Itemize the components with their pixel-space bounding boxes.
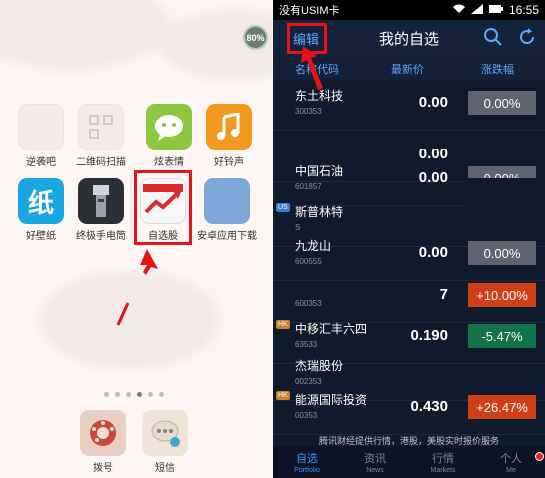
notification-dot	[535, 452, 544, 461]
wallpaper-icon: 纸	[18, 178, 64, 224]
tab-label: 行情	[432, 453, 454, 465]
battery-badge[interactable]: 80%	[243, 25, 268, 50]
tab-label: 自选	[296, 453, 318, 465]
stock-price: 0.00	[418, 169, 448, 186]
highlight-box	[134, 170, 192, 245]
change-badge: +26.47%	[468, 395, 536, 419]
wifi-icon	[452, 4, 465, 17]
app-sms[interactable]: 短信	[132, 410, 198, 474]
clock-text: 16:55	[508, 3, 539, 17]
market-tag: HK	[276, 320, 290, 329]
stock-name: 中移汇丰六四	[295, 322, 368, 336]
chat-bubble-icon	[146, 104, 192, 150]
stock-price: 0.430	[410, 398, 448, 415]
android-store-icon	[204, 178, 250, 224]
app-label: 安卓应用下载	[197, 231, 257, 242]
page-dot	[148, 392, 153, 397]
stock-row[interactable]: HK 能源国际投资 00353 0.430 +26.47%	[273, 384, 545, 435]
bottom-tab-bar: 自选 Portfolio 资讯 News 行情 Markets 个人 Me	[273, 446, 545, 478]
stock-code: 300353	[295, 107, 322, 116]
change-badge: 0.00%	[468, 241, 536, 265]
app-dialer[interactable]: 拨号	[70, 410, 136, 474]
col-price[interactable]: 最新价	[391, 61, 424, 77]
app-ringtone[interactable]: 好铃声	[196, 104, 262, 168]
app-label: 好壁纸	[26, 231, 56, 242]
stock-name: 斯普林特	[295, 205, 344, 219]
change-badge: +10.00%	[468, 283, 536, 307]
music-note-icon	[206, 104, 252, 150]
stock-code: 601857	[295, 182, 322, 191]
stock-name: 杰瑞股份	[295, 359, 344, 373]
change-badge: 0.00%	[468, 91, 536, 115]
stock-name: 能源国际投资	[295, 393, 368, 407]
app-label: 拨号	[93, 463, 113, 474]
tab-label: 资讯	[364, 453, 386, 465]
stock-price: 0.190	[410, 327, 448, 344]
market-tag: US	[276, 203, 290, 212]
qr-scan-icon	[78, 104, 124, 150]
flashlight-icon	[78, 178, 124, 224]
tab-sublabel: Portfolio	[294, 467, 320, 474]
carrier-text: 没有USIM卡	[279, 5, 340, 17]
rotary-dial-icon	[80, 410, 126, 456]
mask	[373, 208, 463, 232]
mask	[273, 131, 545, 149]
android-home-screen: 80% 逆袭吧 二维码扫描 炫表情 好铃声 纸 好壁纸 终极手电筒 自选股 安卓…	[0, 0, 272, 478]
stock-code: 600353	[295, 299, 322, 308]
app-label: 二维码扫描	[76, 157, 126, 168]
tab-sublabel: News	[366, 467, 384, 474]
app-label: 终极手电筒	[76, 231, 126, 242]
page-indicator[interactable]	[104, 392, 164, 397]
market-tag: HK	[276, 391, 290, 400]
app-label: 炫表情	[154, 157, 184, 168]
wallpaper-blur	[0, 0, 170, 70]
sms-bubble-icon	[142, 410, 188, 456]
red-arrow-icon	[301, 46, 323, 90]
tab-me[interactable]: 个人 Me	[477, 446, 545, 478]
stock-watchlist-screen: 没有USIM卡 16:55 编辑 我的自选 名称代码 最新价 涨跌幅 东土科技 3…	[273, 0, 545, 478]
tab-sublabel: Me	[506, 467, 516, 474]
stock-price: 0.00	[418, 244, 448, 261]
app-emoji[interactable]: 炫表情	[136, 104, 202, 168]
refresh-icon[interactable]	[517, 27, 537, 47]
page-dot	[126, 392, 131, 397]
tab-markets[interactable]: 行情 Markets	[409, 446, 477, 478]
app-label: 好铃声	[214, 157, 244, 168]
blurred-app-icon	[18, 104, 64, 150]
stock-name: 中国石油	[295, 164, 344, 178]
stock-code: 00353	[295, 411, 318, 420]
app-android-store[interactable]: 安卓应用下载	[194, 178, 260, 242]
page-dot-active	[137, 392, 142, 397]
signal-icon	[470, 3, 483, 17]
stock-price: 7	[439, 286, 448, 303]
search-icon[interactable]	[483, 27, 503, 47]
stock-price: 0.00	[418, 94, 448, 111]
col-change[interactable]: 涨跌幅	[481, 61, 514, 77]
stock-code: 63533	[295, 340, 318, 349]
red-arrow-icon	[116, 249, 158, 326]
change-badge: -5.47%	[468, 324, 536, 348]
page-dot	[159, 392, 164, 397]
page-dot	[115, 392, 120, 397]
tab-news[interactable]: 资讯 News	[341, 446, 409, 478]
tab-sublabel: Markets	[430, 467, 456, 474]
app-flashlight[interactable]: 终极手电筒	[68, 178, 134, 242]
stock-name: 九龙山	[295, 239, 332, 253]
wallpaper-glyph: 纸	[27, 187, 54, 218]
app-nixiba[interactable]: 逆袭吧	[8, 104, 74, 168]
ticker-text: 腾讯财经提供行情，港股，美股实时报价服务	[319, 436, 500, 446]
app-qr-scan[interactable]: 二维码扫描	[68, 104, 134, 168]
stock-code: 600555	[295, 257, 322, 266]
mask	[273, 267, 545, 277]
app-label: 逆袭吧	[26, 157, 56, 168]
battery-icon	[488, 4, 503, 16]
page-dot	[104, 392, 109, 397]
tab-portfolio[interactable]: 自选 Portfolio	[273, 446, 341, 478]
app-label: 短信	[155, 463, 175, 474]
mask	[463, 178, 545, 220]
status-bar: 没有USIM卡 16:55	[273, 0, 545, 20]
app-wallpaper[interactable]: 纸 好壁纸	[8, 178, 74, 242]
